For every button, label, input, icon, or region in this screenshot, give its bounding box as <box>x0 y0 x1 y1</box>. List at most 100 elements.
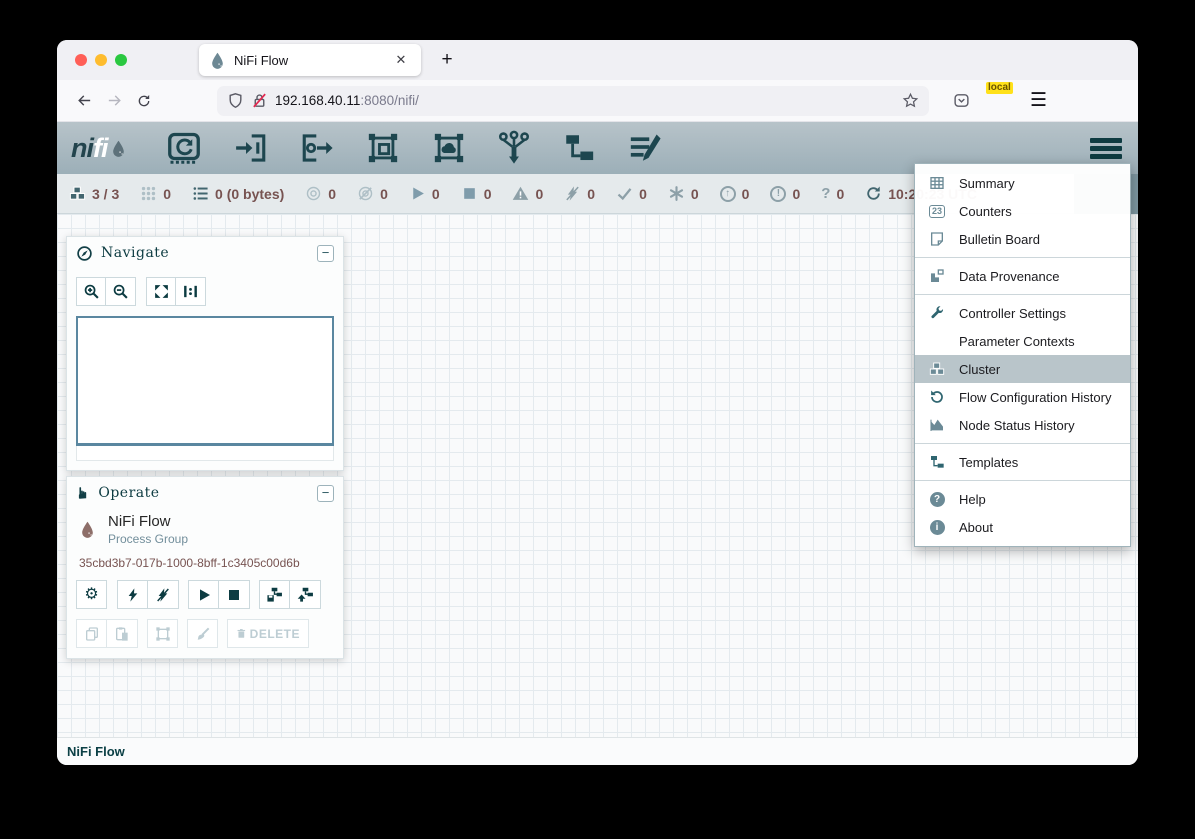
copy-button[interactable] <box>76 619 107 648</box>
menu-divider <box>915 443 1130 444</box>
zoom-fit-button[interactable] <box>146 277 176 306</box>
menu-item-controller-settings[interactable]: Controller Settings <box>915 299 1130 327</box>
selected-component-type: Process Group <box>108 532 188 546</box>
menu-item-summary[interactable]: Summary <box>915 169 1130 197</box>
change-color-button[interactable] <box>187 619 218 648</box>
running-play-icon <box>409 185 426 202</box>
tab-close-button[interactable]: ✕ <box>391 50 411 70</box>
history-icon <box>927 389 947 405</box>
configure-button[interactable]: ⚙ <box>76 580 107 609</box>
insecure-lock-icon[interactable] <box>251 92 268 109</box>
window-controls <box>57 54 147 66</box>
menu-item-about[interactable]: iAbout <box>915 513 1130 541</box>
modified-stale-exclamation-icon: ! <box>770 186 786 202</box>
new-tab-button[interactable]: + <box>433 46 461 74</box>
nifi-app: nifi 3 / 3 0 0 (0 bytes) 0 0 0 <box>57 122 1138 765</box>
browser-tab-bar: NiFi Flow ✕ + <box>57 40 1138 80</box>
locally-modified-asterisk-icon <box>668 185 685 202</box>
zoom-out-button[interactable] <box>106 277 136 306</box>
address-bar[interactable]: 192.168.40.11:8080/nifi/ <box>217 86 929 116</box>
breadcrumb-bar: NiFi Flow <box>57 737 1138 765</box>
minimize-window-button[interactable] <box>95 54 107 66</box>
processor-component-icon[interactable] <box>165 130 203 166</box>
zoom-in-button[interactable] <box>76 277 106 306</box>
disabled-bolt-slash-icon <box>564 185 581 202</box>
pocket-icon[interactable] <box>953 92 970 109</box>
shield-icon[interactable] <box>227 92 244 109</box>
profile-avatar[interactable]: local <box>988 89 1012 113</box>
active-threads-status: 0 <box>140 185 171 202</box>
group-button[interactable] <box>147 619 178 648</box>
label-component-icon[interactable] <box>627 131 663 165</box>
paste-button[interactable] <box>107 619 138 648</box>
browser-tab[interactable]: NiFi Flow ✕ <box>199 44 421 76</box>
create-template-button[interactable] <box>259 580 290 609</box>
cluster-cubes-icon <box>927 361 947 377</box>
menu-item-data-provenance[interactable]: Data Provenance <box>915 262 1130 290</box>
refresh-icon[interactable] <box>865 185 882 202</box>
funnel-component-icon[interactable] <box>497 130 531 166</box>
locally-modified-stale-status: !0 <box>770 186 800 202</box>
back-button[interactable] <box>69 86 99 116</box>
navigate-collapse-button[interactable]: − <box>317 245 334 262</box>
firefox-menu-button[interactable]: ☰ <box>1030 89 1047 112</box>
stopped-status: 0 <box>461 185 492 202</box>
start-button[interactable] <box>188 580 219 609</box>
operate-panel-title: Operate <box>98 485 309 501</box>
process-group-droplet-icon <box>79 521 96 538</box>
help-icon: ? <box>927 492 947 507</box>
stale-arrow-up-icon: ↑ <box>720 186 736 202</box>
disabled-status: 0 <box>564 185 595 202</box>
cluster-status: 3 / 3 <box>69 185 119 202</box>
breadcrumb[interactable]: NiFi Flow <box>67 744 125 759</box>
global-menu: Summary 23Counters Bulletin Board Data P… <box>914 163 1131 547</box>
menu-item-parameter-contexts[interactable]: Parameter Contexts <box>915 327 1130 355</box>
enable-button[interactable] <box>117 580 148 609</box>
bulletin-board-icon <box>927 231 947 247</box>
zoom-actual-size-button[interactable] <box>176 277 206 306</box>
input-port-component-icon[interactable] <box>233 131 269 165</box>
stop-button[interactable] <box>219 580 250 609</box>
forward-button[interactable] <box>99 86 129 116</box>
running-status: 0 <box>409 185 440 202</box>
bookmark-star-icon[interactable] <box>902 92 919 109</box>
zoom-window-button[interactable] <box>115 54 127 66</box>
template-component-icon[interactable] <box>561 131 597 165</box>
process-group-component-icon[interactable] <box>365 131 401 165</box>
operate-collapse-button[interactable]: − <box>317 485 334 502</box>
data-provenance-icon <box>927 268 947 284</box>
output-port-component-icon[interactable] <box>299 131 335 165</box>
tab-title: NiFi Flow <box>234 53 383 68</box>
delete-button[interactable]: DELETE <box>227 619 309 648</box>
hand-pointer-icon: ☛ <box>73 486 93 500</box>
menu-divider <box>915 257 1130 258</box>
menu-item-counters[interactable]: 23Counters <box>915 197 1130 225</box>
navigate-panel-title: Navigate <box>101 245 309 261</box>
birdseye-slider[interactable] <box>76 446 334 461</box>
upload-template-button[interactable] <box>290 580 321 609</box>
stopped-square-icon <box>461 185 478 202</box>
browser-window: NiFi Flow ✕ + 192.168.40.11:8080/nifi/ l… <box>57 40 1138 765</box>
sync-failure-question-icon: ? <box>821 185 830 202</box>
menu-item-flow-configuration-history[interactable]: Flow Configuration History <box>915 383 1130 411</box>
profile-label: local <box>986 82 1013 94</box>
cluster-cubes-icon <box>69 185 86 202</box>
menu-item-cluster[interactable]: Cluster <box>915 355 1130 383</box>
queued-status: 0 (0 bytes) <box>192 185 284 202</box>
transmitting-icon <box>305 185 322 202</box>
birdseye-view[interactable] <box>76 316 334 446</box>
remote-process-group-component-icon[interactable] <box>431 131 467 165</box>
disable-button[interactable] <box>148 580 179 609</box>
global-menu-button[interactable] <box>1088 136 1124 161</box>
menu-item-templates[interactable]: Templates <box>915 448 1130 476</box>
not-transmitting-status: 0 <box>357 185 388 202</box>
url-text: 192.168.40.11:8080/nifi/ <box>275 93 895 108</box>
close-window-button[interactable] <box>75 54 87 66</box>
menu-item-node-status-history[interactable]: Node Status History <box>915 411 1130 439</box>
queued-list-icon <box>192 185 209 202</box>
threads-grid-icon <box>140 185 157 202</box>
menu-item-bulletin-board[interactable]: Bulletin Board <box>915 225 1130 253</box>
counters-icon: 23 <box>927 205 947 218</box>
reload-button[interactable] <box>129 86 159 116</box>
menu-item-help[interactable]: ?Help <box>915 485 1130 513</box>
